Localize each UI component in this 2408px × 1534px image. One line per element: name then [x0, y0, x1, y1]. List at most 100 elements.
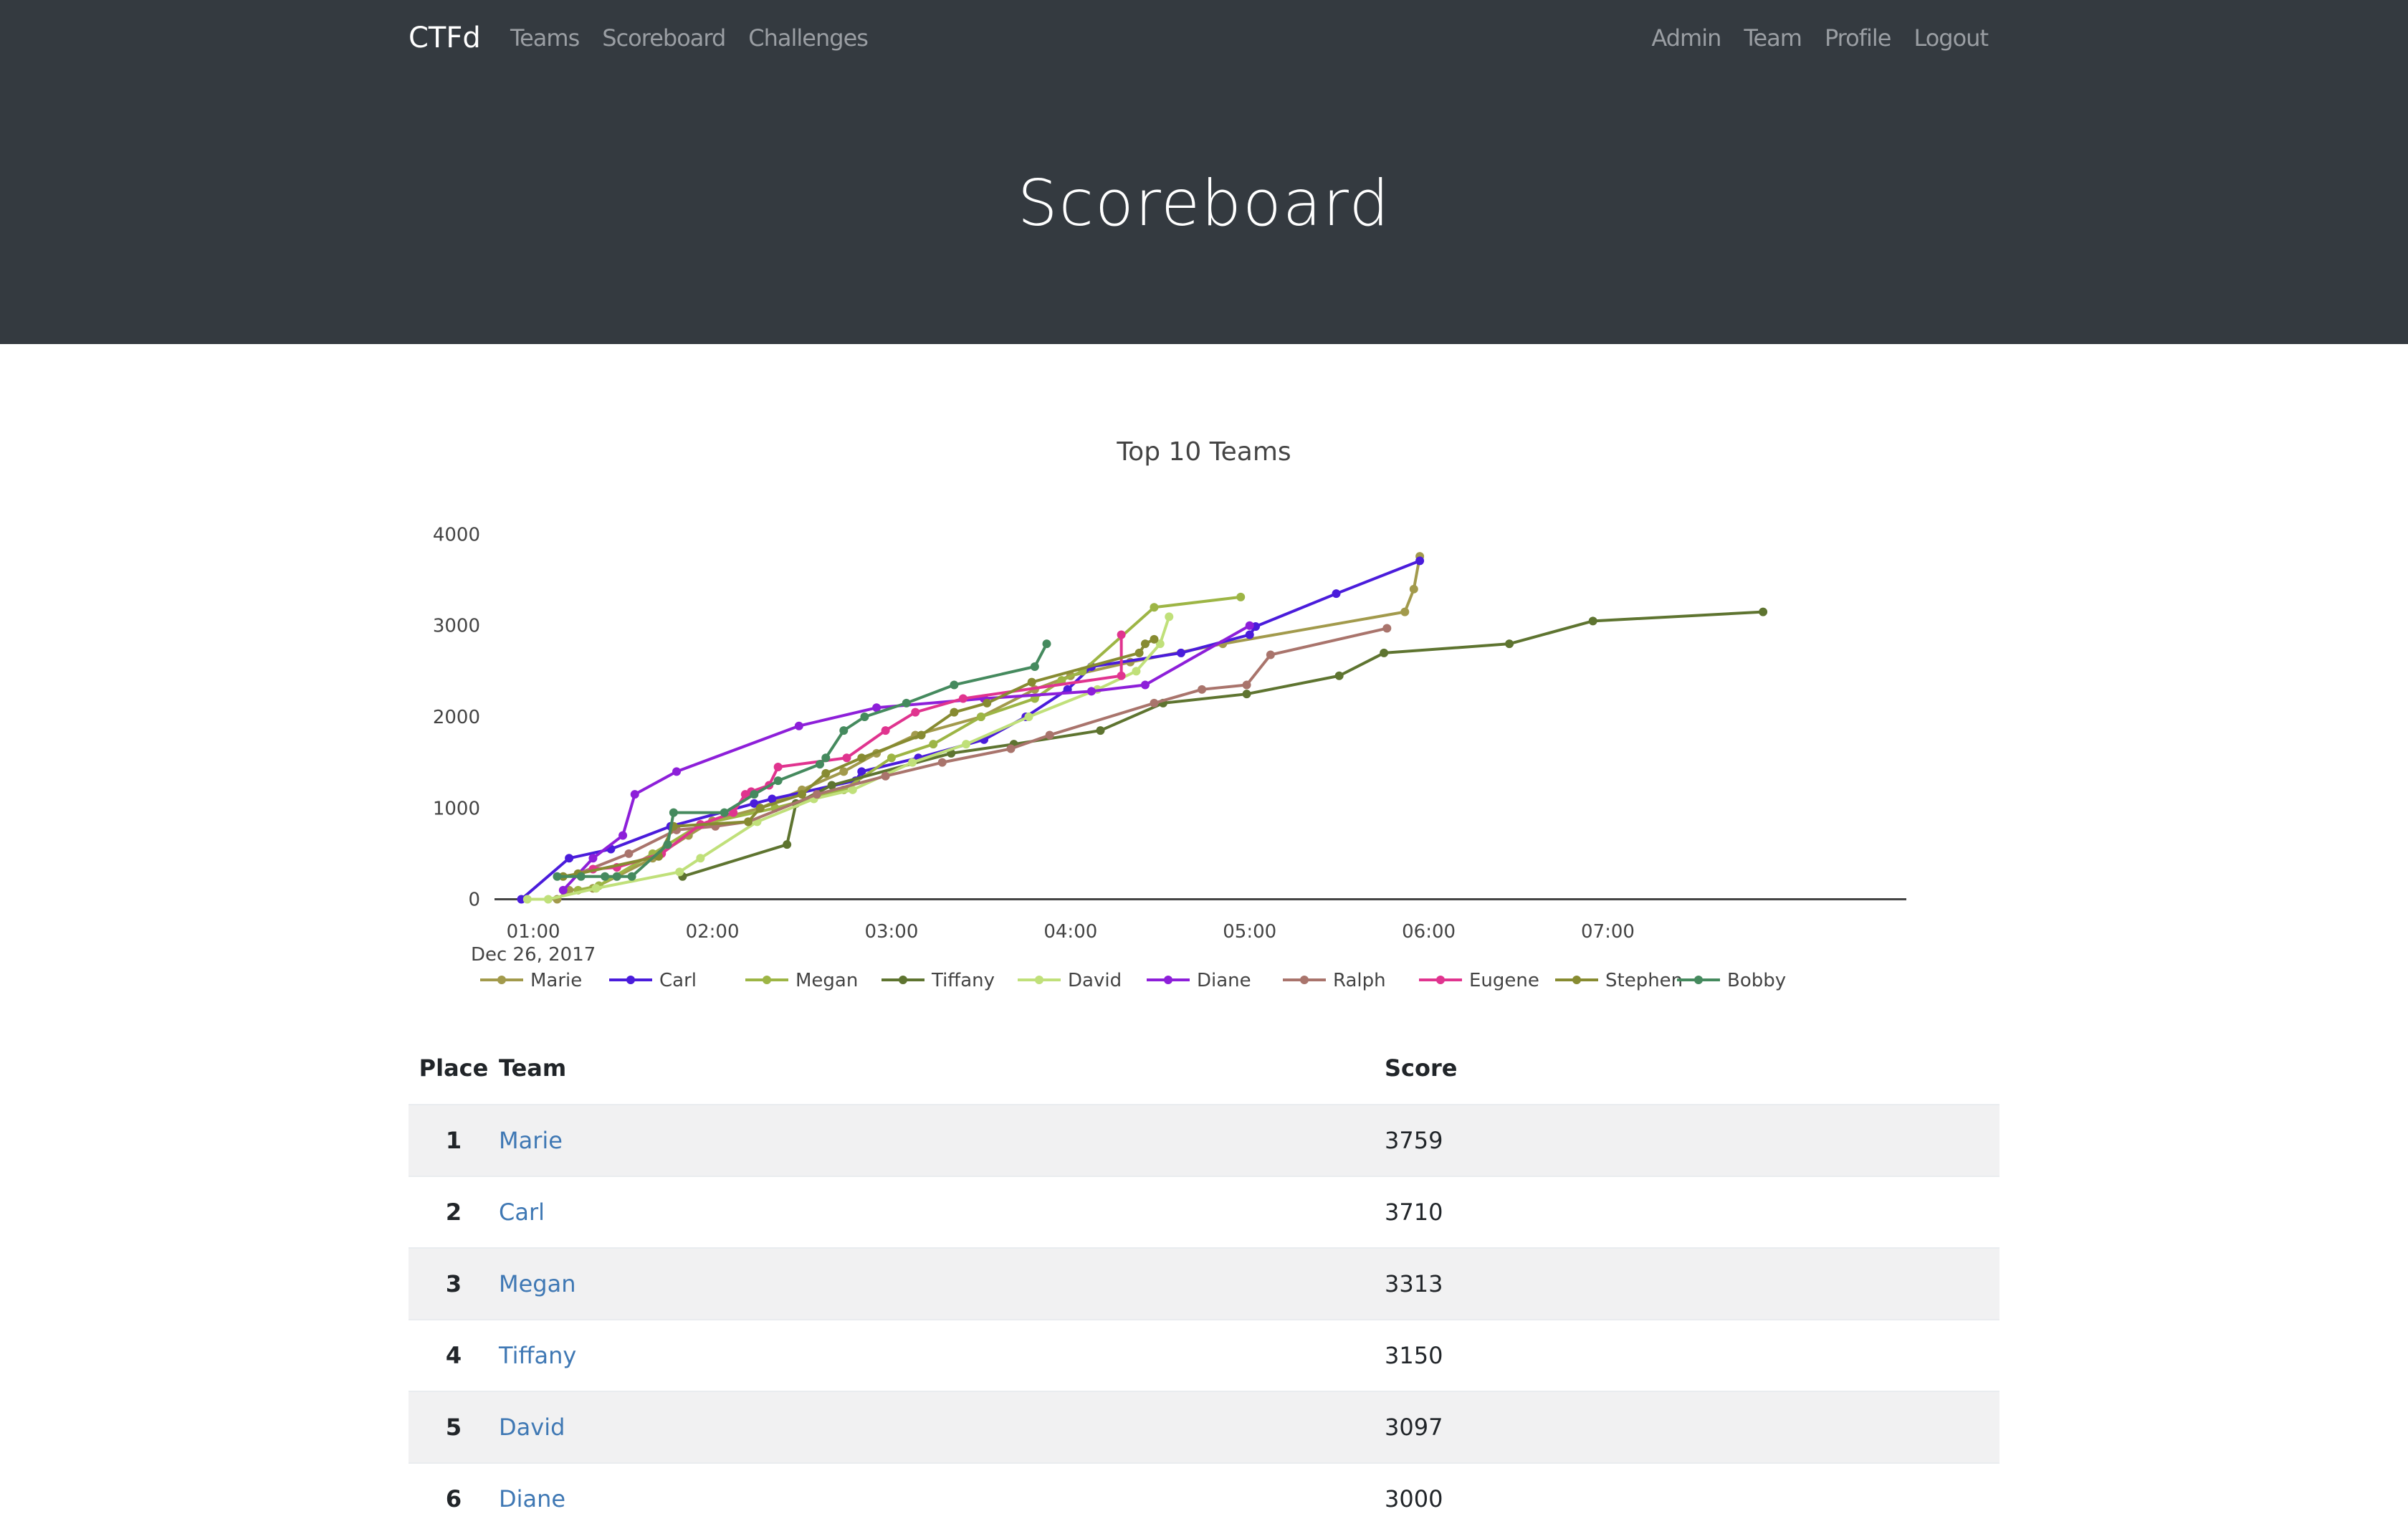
data-point[interactable] [696, 854, 705, 863]
data-point[interactable] [821, 768, 831, 778]
data-point[interactable] [1505, 639, 1514, 649]
data-point[interactable] [937, 758, 947, 767]
data-point[interactable] [797, 790, 806, 799]
data-point[interactable] [1117, 630, 1126, 639]
data-point[interactable] [857, 753, 866, 763]
legend-item-ralph[interactable]: Ralph [1283, 970, 1386, 991]
data-point[interactable] [750, 790, 759, 799]
data-point[interactable] [950, 708, 959, 717]
data-point[interactable] [815, 760, 824, 769]
data-point[interactable] [1117, 671, 1126, 680]
data-point[interactable] [881, 771, 890, 781]
data-point[interactable] [630, 790, 639, 799]
data-point[interactable] [1150, 698, 1159, 708]
data-point[interactable] [962, 740, 971, 749]
data-point[interactable] [958, 694, 968, 703]
team-link[interactable]: Megan [499, 1270, 576, 1297]
data-point[interactable] [744, 817, 753, 826]
data-point[interactable] [839, 767, 849, 776]
legend-item-diane[interactable]: Diane [1147, 970, 1251, 991]
data-point[interactable] [675, 867, 684, 877]
data-point[interactable] [1045, 730, 1054, 740]
data-point[interactable] [881, 726, 890, 735]
data-point[interactable] [522, 895, 532, 904]
data-point[interactable] [908, 758, 917, 767]
data-point[interactable] [821, 753, 831, 763]
data-point[interactable] [1334, 671, 1344, 680]
legend-item-megan[interactable]: Megan [745, 970, 858, 991]
data-point[interactable] [669, 808, 678, 817]
data-point[interactable] [917, 730, 926, 740]
data-point[interactable] [672, 767, 682, 776]
data-point[interactable] [1042, 639, 1051, 649]
data-point[interactable] [1380, 648, 1389, 657]
data-point[interactable] [1415, 556, 1425, 566]
data-point[interactable] [1150, 603, 1159, 612]
data-point[interactable] [842, 753, 851, 763]
nav-link-challenges[interactable]: Challenges [748, 24, 869, 52]
data-point[interactable] [1400, 607, 1410, 616]
data-point[interactable] [1132, 667, 1141, 676]
nav-link-logout[interactable]: Logout [1914, 24, 1989, 52]
data-point[interactable] [576, 872, 586, 881]
data-point[interactable] [1027, 677, 1036, 687]
data-point[interactable] [624, 849, 634, 858]
data-point[interactable] [1588, 616, 1597, 626]
data-point[interactable] [1165, 612, 1174, 621]
data-point[interactable] [720, 808, 729, 817]
score-chart[interactable]: Top 10 Teams 0 1000 2000 3000 4000 01:00Dec … [401, 416, 2007, 1004]
data-point[interactable] [794, 721, 803, 730]
nav-link-team[interactable]: Team [1744, 24, 1802, 52]
data-point[interactable] [773, 763, 783, 771]
data-point[interactable] [543, 895, 553, 904]
data-point[interactable] [1150, 634, 1159, 644]
team-link[interactable]: Tiffany [499, 1342, 576, 1369]
team-link[interactable]: Marie [499, 1127, 563, 1154]
data-point[interactable] [1140, 680, 1150, 690]
data-point[interactable] [1245, 621, 1254, 630]
data-point[interactable] [1030, 662, 1039, 671]
data-point[interactable] [983, 698, 992, 708]
data-point[interactable] [663, 840, 672, 849]
legend-item-eugene[interactable]: Eugene [1419, 970, 1539, 991]
data-point[interactable] [976, 713, 985, 721]
data-point[interactable] [1242, 680, 1251, 690]
data-point[interactable] [1096, 726, 1105, 735]
data-point[interactable] [950, 680, 959, 690]
team-link[interactable]: David [499, 1414, 565, 1441]
legend-item-marie[interactable]: Marie [480, 970, 582, 991]
data-point[interactable] [783, 840, 792, 849]
data-point[interactable] [1024, 713, 1033, 721]
data-point[interactable] [1382, 624, 1392, 633]
data-point[interactable] [1176, 648, 1185, 657]
data-point[interactable] [565, 854, 574, 863]
data-point[interactable] [1242, 690, 1251, 699]
data-point[interactable] [1409, 584, 1418, 594]
data-point[interactable] [1140, 639, 1150, 649]
legend-item-stephen[interactable]: Stephen [1555, 970, 1683, 991]
data-point[interactable] [1006, 744, 1016, 753]
data-point[interactable] [601, 872, 610, 881]
data-point[interactable] [1134, 648, 1144, 657]
data-point[interactable] [929, 740, 938, 749]
nav-link-teams[interactable]: Teams [510, 24, 580, 52]
data-point[interactable] [553, 872, 562, 881]
legend-item-tiffany[interactable]: Tiffany [882, 970, 995, 991]
data-point[interactable] [902, 698, 911, 708]
data-point[interactable] [839, 726, 849, 735]
data-point[interactable] [773, 776, 783, 786]
data-point[interactable] [755, 804, 765, 813]
nav-link-profile[interactable]: Profile [1825, 24, 1891, 52]
data-point[interactable] [887, 753, 896, 763]
data-point[interactable] [1245, 630, 1254, 639]
brand-logo[interactable]: CTFd [408, 22, 481, 54]
team-link[interactable]: Diane [499, 1485, 565, 1512]
legend-item-bobby[interactable]: Bobby [1677, 970, 1786, 991]
data-point[interactable] [558, 885, 568, 895]
data-point[interactable] [627, 872, 636, 881]
data-point[interactable] [812, 790, 821, 799]
data-point[interactable] [1086, 687, 1096, 696]
data-point[interactable] [618, 831, 628, 840]
data-point[interactable] [1198, 685, 1207, 694]
nav-link-admin[interactable]: Admin [1651, 24, 1721, 52]
